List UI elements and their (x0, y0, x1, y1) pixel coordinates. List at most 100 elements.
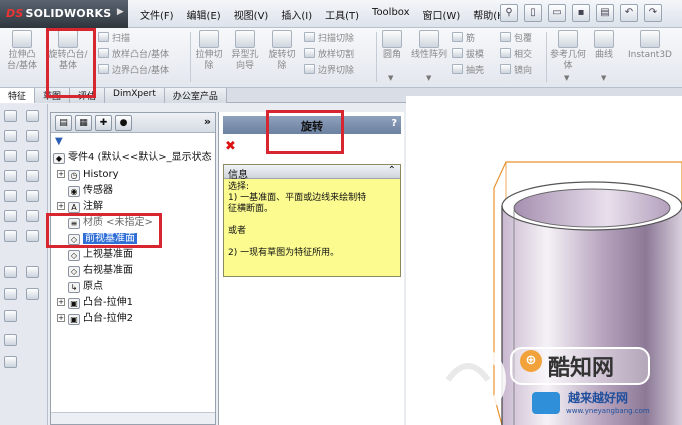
cube-icon[interactable] (26, 190, 39, 202)
new-document-icon[interactable]: ▯ (524, 4, 542, 22)
fillet-button[interactable]: 圆角 (379, 30, 405, 61)
rib-button[interactable]: 筋 (452, 32, 475, 45)
intersect-button[interactable]: 相交 (500, 48, 532, 61)
revolve-property-manager: 旋转 ? ✖ 信息 ⌃ 选择: 1) 一基准面、平面或边线来绘制特 征横断面。 … (218, 112, 404, 425)
curves-dropdown-icon[interactable]: ▼ (601, 74, 606, 82)
shell-button[interactable]: 抽壳 (452, 64, 484, 77)
wifi-logo-icon (532, 392, 560, 414)
expand-icon[interactable]: + (57, 202, 65, 210)
expand-icon[interactable]: + (57, 170, 65, 178)
tree-item-label: 凸台-拉伸2 (83, 313, 133, 324)
print-icon[interactable]: ▤ (596, 4, 614, 22)
fillet-dropdown-icon[interactable]: ▼ (388, 74, 393, 82)
tab-office-products[interactable]: 办公室产品 (164, 88, 227, 103)
solidworks-logo[interactable]: DS SOLIDWORKS ▶ (0, 0, 128, 28)
menu-bar: 文件(F) 编辑(E) 视图(V) 插入(I) 工具(T) Toolbox 窗口… (140, 7, 522, 22)
save-icon[interactable]: ▪ (572, 4, 590, 22)
menu-edit[interactable]: 编辑(E) (187, 7, 221, 22)
reference-geometry-icon (558, 30, 578, 48)
boundary-boss-button[interactable]: 边界凸台/基体 (98, 64, 169, 77)
boundary-cut-icon (304, 64, 315, 74)
sweep-cut-button[interactable]: 扫描切除 (304, 32, 354, 45)
box-icon[interactable] (4, 150, 17, 162)
layer-icon[interactable] (4, 334, 17, 346)
pin-icon[interactable]: ⚲ (500, 4, 518, 22)
open-folder-icon[interactable]: ▭ (548, 4, 566, 22)
cube-icon[interactable] (26, 150, 39, 162)
tree-item-top-plane[interactable]: ◇ 上视基准面 (68, 248, 133, 262)
tree-item-origin[interactable]: ↳ 原点 (68, 280, 103, 294)
appearance-tab-icon[interactable]: ● (115, 115, 132, 131)
point-icon[interactable] (26, 266, 39, 278)
logo-dropdown-icon[interactable]: ▶ (117, 7, 124, 17)
tree-item-annotations[interactable]: + A 注解 (57, 200, 103, 214)
extrude-boss-button[interactable]: 拉伸凸台/基体 (3, 30, 41, 72)
sweep-button[interactable]: 扫描 (98, 32, 130, 45)
mirror-button[interactable]: 镜向 (500, 64, 532, 77)
plus-icon[interactable] (4, 288, 17, 300)
box-icon[interactable] (4, 130, 17, 142)
view-icon[interactable] (4, 110, 17, 122)
hole-wizard-button[interactable]: 异型孔向导 (228, 30, 262, 72)
layer-icon[interactable] (4, 356, 17, 368)
redo-icon[interactable]: ↷ (644, 4, 662, 22)
instant3d-button[interactable]: Instant3D (622, 30, 678, 61)
menu-view[interactable]: 视图(V) (234, 7, 269, 22)
menu-tools[interactable]: 工具(T) (325, 7, 359, 22)
linear-pattern-button[interactable]: 线性阵列 (411, 30, 447, 61)
reference-geometry-dropdown-icon[interactable]: ▼ (564, 74, 569, 82)
more-tabs-icon[interactable]: » (204, 115, 211, 128)
wrap-button[interactable]: 包覆 (500, 32, 532, 45)
extrude-cut-label: 拉伸切除 (195, 50, 223, 71)
info-group-header[interactable]: 信息 ⌃ (224, 165, 400, 181)
cube-icon[interactable] (26, 210, 39, 222)
menu-toolbox[interactable]: Toolbox (372, 7, 410, 22)
zoom-icon[interactable] (26, 110, 39, 122)
filter-icon[interactable]: ▼ (55, 136, 63, 147)
highlight-revolve-boss (46, 28, 96, 98)
tab-dimxpert[interactable]: DimXpert (105, 88, 165, 103)
tree-item-history[interactable]: + ◷ History (57, 168, 119, 182)
cube-icon[interactable] (26, 230, 39, 242)
menu-insert[interactable]: 插入(I) (281, 7, 312, 22)
cube-icon[interactable] (26, 170, 39, 182)
revolve-cut-button[interactable]: 旋转切除 (266, 30, 298, 72)
draft-button[interactable]: 拔模 (452, 48, 484, 61)
tab-features[interactable]: 特征 (0, 88, 36, 103)
reference-geometry-button[interactable]: 参考几何体 (550, 30, 586, 72)
configuration-tab-icon[interactable]: ✚ (95, 115, 112, 131)
expand-icon[interactable]: + (57, 298, 65, 306)
box-icon[interactable] (4, 170, 17, 182)
box-icon[interactable] (4, 210, 17, 222)
cancel-icon[interactable]: ✖ (225, 139, 236, 154)
feature-tree-tab-icon[interactable]: ▤ (55, 115, 72, 131)
tree-item-boss-extrude2[interactable]: + ▣ 凸台-拉伸2 (57, 312, 133, 326)
linear-pattern-dropdown-icon[interactable]: ▼ (426, 74, 431, 82)
property-tab-icon[interactable]: ▦ (75, 115, 92, 131)
expand-icon[interactable]: + (57, 314, 65, 322)
tree-item-right-plane[interactable]: ◇ 右视基准面 (68, 264, 133, 278)
tree-item-sensors[interactable]: ◉ 传感器 (68, 184, 113, 198)
grid-icon[interactable] (4, 310, 17, 322)
curves-button[interactable]: 曲线 (590, 30, 618, 61)
boundary-cut-button[interactable]: 边界切除 (304, 64, 354, 77)
horizontal-scrollbar[interactable] (51, 412, 215, 424)
cube-icon[interactable] (26, 130, 39, 142)
box-icon[interactable] (4, 230, 17, 242)
part-icon: ◆ (53, 153, 65, 164)
sweep-icon (98, 32, 109, 42)
menu-file[interactable]: 文件(F) (140, 7, 174, 22)
extrude-boss-icon (12, 30, 32, 48)
loft-cut-button[interactable]: 放样切割 (304, 48, 354, 61)
collapse-icon[interactable]: ⌃ (388, 165, 396, 176)
menu-window[interactable]: 窗口(W) (423, 7, 461, 22)
undo-icon[interactable]: ↶ (620, 4, 638, 22)
line-icon[interactable] (4, 266, 17, 278)
tree-root[interactable]: ◆ 零件4 (默认<<默认>_显示状态 (53, 151, 212, 165)
box-icon[interactable] (4, 190, 17, 202)
grid-icon[interactable] (26, 288, 39, 300)
extrude-cut-button[interactable]: 拉伸切除 (194, 30, 224, 72)
tree-item-boss-extrude1[interactable]: + ▣ 凸台-拉伸1 (57, 296, 133, 310)
help-icon[interactable]: ? (391, 118, 397, 129)
loft-button[interactable]: 放样凸台/基体 (98, 48, 169, 61)
